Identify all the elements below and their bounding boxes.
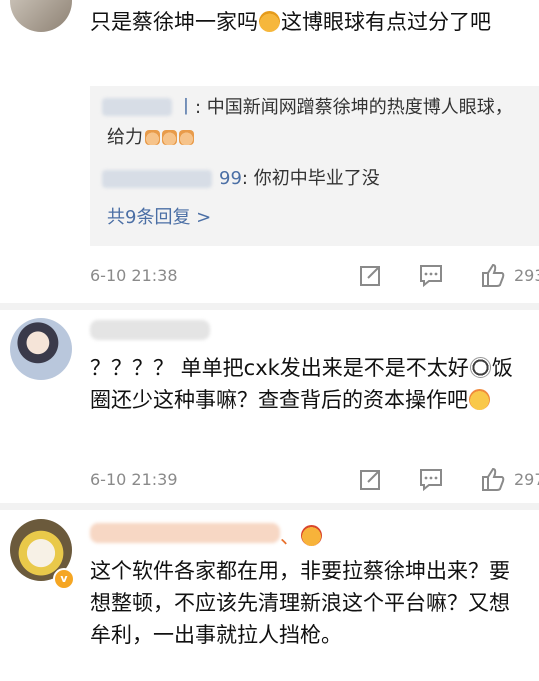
heart-eyes-emoji-icon <box>301 525 322 546</box>
username-suffix: 、 <box>280 520 323 549</box>
reply-item: 99: 你初中毕业了没 <box>219 168 380 189</box>
comment-text: 这个软件各家都在用，非要拉蔡徐坤出来？要想整顿，不应该先清理新浪这个平台嘛？又想… <box>90 559 510 647</box>
share-square-icon[interactable] <box>358 466 384 492</box>
divider <box>0 303 539 310</box>
comment-2: ？？？？ 单单把cxk发出来是不是不太好 饭圈还少这种事嘛？查查背后的资本操作吧 … <box>0 318 539 503</box>
thumbs-emoji-icon <box>162 130 177 145</box>
share-square-icon[interactable] <box>358 262 384 288</box>
comment-text: 只是蔡徐坤一家吗 这博眼球有点过分了吧 <box>90 10 491 34</box>
avatar[interactable] <box>10 318 72 380</box>
reply-username[interactable]: 丨 <box>177 97 195 118</box>
divider <box>0 503 539 510</box>
comment-1: 只是蔡徐坤一家吗 这博眼球有点过分了吧 丨: 中国新闻网蹭蔡徐坤的热度博人眼球，给… <box>0 0 539 300</box>
thumbs-up-icon[interactable] <box>480 262 506 288</box>
like-count: 297 <box>514 470 539 489</box>
avatar[interactable] <box>10 0 72 32</box>
timestamp: 6-10 21:38 <box>90 266 178 285</box>
more-replies-link[interactable]: 共9条回复 > <box>107 203 211 229</box>
crying-emoji-icon <box>259 11 280 32</box>
comment-dots-icon[interactable] <box>418 466 444 492</box>
reply-item: 丨: 中国新闻网蹭蔡徐坤的热度博人眼球，给力 <box>107 97 513 148</box>
yum-emoji-icon <box>469 389 490 410</box>
username-redacted[interactable] <box>90 523 280 543</box>
comment-dots-icon[interactable] <box>418 262 444 288</box>
panda-emoji-icon <box>469 357 491 378</box>
username-redacted[interactable] <box>90 320 210 340</box>
thumbs-emoji-icon <box>179 130 194 145</box>
like-count: 293 <box>514 266 539 285</box>
comment-meta: 6-10 21:39 297 <box>90 466 539 496</box>
thumbs-up-icon[interactable] <box>480 466 506 492</box>
timestamp: 6-10 21:39 <box>90 470 178 489</box>
comment-3: v 、 这个软件各家都在用，非要拉蔡徐坤出来？要想整顿，不应该先清理新浪这个平台… <box>0 519 539 681</box>
comment-text: ？？？？ 单单把cxk发出来是不是不太好 饭圈还少这种事嘛？查查背后的资本操作吧 <box>90 356 513 412</box>
verified-badge: v <box>53 568 75 590</box>
reply-box[interactable]: 丨: 中国新闻网蹭蔡徐坤的热度博人眼球，给力 99: 你初中毕业了没 共9条回复… <box>90 86 539 246</box>
reply-username[interactable]: 99 <box>219 168 242 189</box>
comment-meta: 6-10 21:38 293 <box>90 262 539 292</box>
thumbs-emoji-icon <box>145 130 160 145</box>
